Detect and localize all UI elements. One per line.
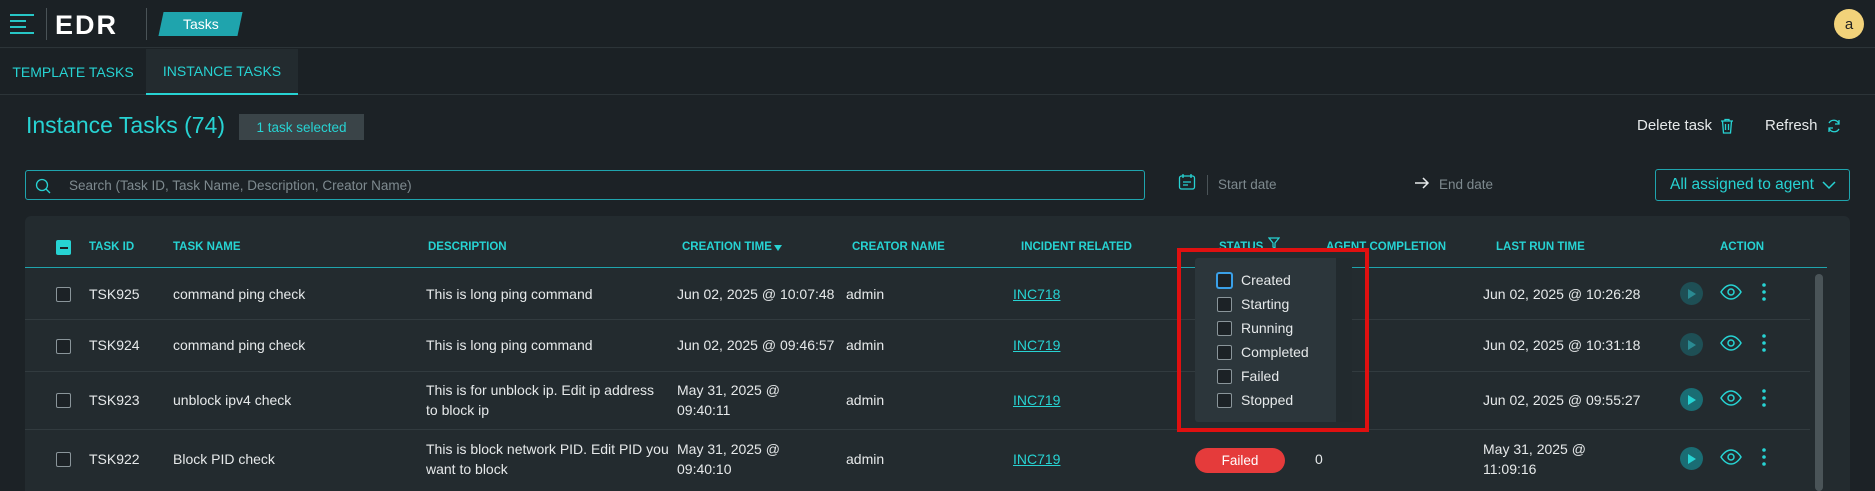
- table-scrollbar[interactable]: [1815, 274, 1823, 491]
- scrollbar-thumb[interactable]: [1815, 274, 1823, 491]
- menu-icon[interactable]: [10, 12, 36, 36]
- incident-link[interactable]: INC719: [1013, 391, 1060, 410]
- creation-time: May 31, 2025 @: [677, 441, 780, 457]
- trash-icon: [1721, 118, 1734, 134]
- run-button[interactable]: [1680, 333, 1703, 356]
- logo-divider: [146, 8, 147, 40]
- last-run-time: Jun 02, 2025 @ 10:26:28: [1483, 286, 1641, 302]
- page-title: Instance Tasks (74): [26, 112, 226, 138]
- last-run-time: May 31, 2025 @: [1483, 441, 1586, 457]
- run-button[interactable]: [1680, 282, 1703, 305]
- assigned-agent-value: All assigned to agent: [1670, 176, 1814, 193]
- agent-completion: 0: [1315, 451, 1323, 467]
- eye-icon[interactable]: [1720, 335, 1742, 351]
- col-header-description[interactable]: DESCRIPTION: [428, 241, 507, 253]
- refresh-button[interactable]: Refresh: [1765, 117, 1842, 134]
- breadcrumb-label: Tasks: [182, 16, 219, 32]
- end-date-input[interactable]: End date: [1439, 177, 1493, 192]
- date-divider: [1207, 175, 1208, 195]
- play-icon: [1687, 339, 1696, 350]
- row-checkbox[interactable]: [56, 393, 71, 408]
- status-badge: Failed: [1195, 448, 1285, 473]
- creation-time: Jun 02, 2025 @ 09:46:57: [677, 337, 835, 353]
- tab-bar: TEMPLATE TASKS INSTANCE TASKS: [0, 49, 1875, 95]
- task-description-line2: to block ip: [426, 402, 490, 418]
- arrow-right-icon: [1415, 177, 1430, 189]
- col-header-task-name[interactable]: TASK NAME: [173, 241, 241, 253]
- tab-template-tasks[interactable]: TEMPLATE TASKS: [0, 49, 146, 95]
- creator-name: admin: [846, 451, 885, 467]
- row-checkbox[interactable]: [56, 287, 71, 302]
- task-id: TSK925: [89, 286, 140, 302]
- col-header-task-id[interactable]: TASK ID: [89, 241, 134, 253]
- select-all-checkbox[interactable]: [56, 240, 71, 255]
- task-id: TSK923: [89, 392, 140, 408]
- creation-time: Jun 02, 2025 @ 10:07:48: [677, 286, 835, 302]
- task-name: command ping check: [173, 337, 306, 353]
- avatar[interactable]: a: [1834, 9, 1864, 39]
- start-date-input[interactable]: Start date: [1218, 177, 1277, 192]
- incident-link[interactable]: INC718: [1013, 285, 1060, 304]
- more-options-icon[interactable]: [1762, 334, 1766, 352]
- task-description-line2: want to block: [426, 461, 508, 477]
- sort-desc-icon[interactable]: [774, 245, 782, 251]
- task-description: This is long ping command: [426, 286, 593, 302]
- col-header-incident-related[interactable]: INCIDENT RELATED: [1021, 241, 1132, 253]
- col-header-creation-time[interactable]: CREATION TIME: [682, 241, 772, 253]
- refresh-label: Refresh: [1765, 117, 1818, 134]
- task-description: This is for unblock ip. Edit ip address: [426, 382, 654, 398]
- task-description: This is long ping command: [426, 337, 593, 353]
- highlight-box: [1177, 248, 1369, 432]
- row-checkbox[interactable]: [56, 339, 71, 354]
- run-button[interactable]: [1680, 388, 1703, 411]
- task-id: TSK924: [89, 337, 140, 353]
- play-icon: [1687, 394, 1696, 405]
- search-input[interactable]: [69, 177, 1069, 193]
- top-bar: EDR Tasks a: [0, 0, 1875, 48]
- search-icon: [35, 178, 51, 194]
- app-logo[interactable]: EDR: [55, 10, 118, 41]
- creator-name: admin: [846, 286, 885, 302]
- delete-task-label: Delete task: [1637, 117, 1713, 134]
- creation-time-line2: 09:40:11: [677, 402, 731, 418]
- search-field[interactable]: [25, 170, 1145, 200]
- task-name: unblock ipv4 check: [173, 392, 292, 408]
- creation-time: May 31, 2025 @: [677, 382, 780, 398]
- play-icon: [1687, 288, 1696, 299]
- calendar-icon[interactable]: [1178, 173, 1196, 191]
- col-header-action: ACTION: [1720, 241, 1765, 253]
- more-options-icon[interactable]: [1762, 389, 1766, 407]
- task-id: TSK922: [89, 451, 140, 467]
- last-run-time: Jun 02, 2025 @ 10:31:18: [1483, 337, 1641, 353]
- delete-task-button[interactable]: Delete task: [1637, 117, 1734, 134]
- incident-link[interactable]: INC719: [1013, 336, 1060, 355]
- selected-count-badge: 1 task selected: [239, 114, 364, 140]
- refresh-icon: [1827, 119, 1840, 132]
- task-name: command ping check: [173, 286, 306, 302]
- eye-icon[interactable]: [1720, 449, 1742, 465]
- logo-divider: [46, 8, 47, 40]
- creator-name: admin: [846, 392, 885, 408]
- play-icon: [1687, 453, 1696, 464]
- last-run-time: Jun 02, 2025 @ 09:55:27: [1483, 392, 1641, 408]
- run-button[interactable]: [1680, 447, 1703, 470]
- row-checkbox[interactable]: [56, 452, 71, 467]
- eye-icon[interactable]: [1720, 390, 1742, 406]
- task-name: Block PID check: [173, 451, 275, 467]
- creation-time-line2: 09:40:10: [677, 461, 732, 477]
- more-options-icon[interactable]: [1762, 283, 1766, 301]
- creator-name: admin: [846, 337, 885, 353]
- eye-icon[interactable]: [1720, 284, 1742, 300]
- assigned-agent-select[interactable]: All assigned to agent: [1655, 169, 1850, 201]
- task-description: This is block network PID. Edit PID you: [426, 441, 669, 457]
- breadcrumb[interactable]: Tasks: [158, 12, 243, 36]
- tab-instance-tasks[interactable]: INSTANCE TASKS: [146, 49, 298, 95]
- last-run-time-line2: 11:09:16: [1483, 461, 1537, 477]
- col-header-creator-name[interactable]: CREATOR NAME: [852, 241, 945, 253]
- chevron-down-icon: [1822, 180, 1836, 189]
- more-options-icon[interactable]: [1762, 448, 1766, 466]
- incident-link[interactable]: INC719: [1013, 450, 1060, 469]
- col-header-last-run-time[interactable]: LAST RUN TIME: [1496, 241, 1585, 253]
